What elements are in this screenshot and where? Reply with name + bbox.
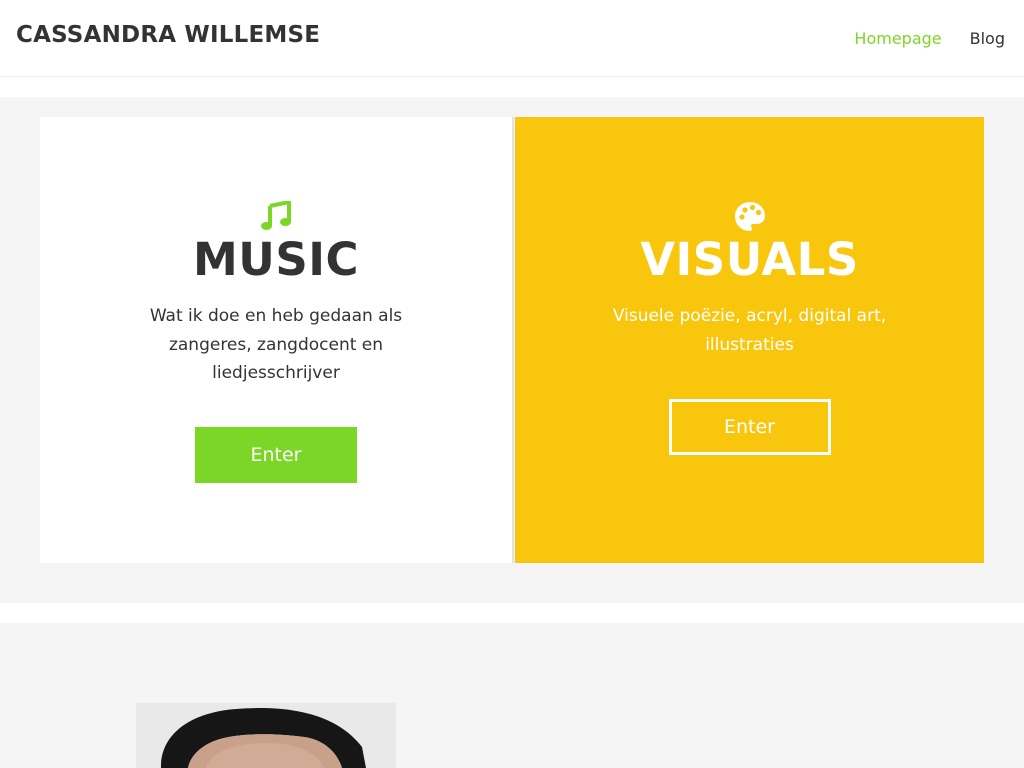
nav-item-blog[interactable]: Blog [970, 29, 1005, 48]
bio-section [0, 623, 1024, 768]
music-title: MUSIC [193, 233, 359, 286]
site-title[interactable]: CASSANDRA WILLEMSE [16, 22, 320, 48]
music-note-icon [260, 200, 292, 235]
main-nav: Homepage Blog [854, 29, 1005, 48]
portrait-photo [136, 703, 396, 768]
visuals-description: Visuele poëzie, acryl, digital art, illu… [612, 306, 887, 355]
music-card: MUSIC Wat ik doe en heb gedaan als zange… [40, 117, 514, 563]
visuals-title: VISUALS [640, 233, 859, 286]
hero-section: MUSIC Wat ik doe en heb gedaan als zange… [0, 97, 1024, 603]
site-header: CASSANDRA WILLEMSE Homepage Blog [0, 0, 1024, 77]
music-enter-button[interactable]: Enter [195, 427, 357, 483]
section-divider [0, 603, 1024, 623]
visuals-enter-button[interactable]: Enter [668, 399, 831, 455]
visuals-card: VISUALS Visuele poëzie, acryl, digital a… [515, 117, 984, 563]
palette-icon [734, 201, 766, 237]
music-description: Wat ik doe en heb gedaan als zangeres, z… [149, 306, 403, 383]
nav-item-homepage[interactable]: Homepage [854, 29, 941, 48]
